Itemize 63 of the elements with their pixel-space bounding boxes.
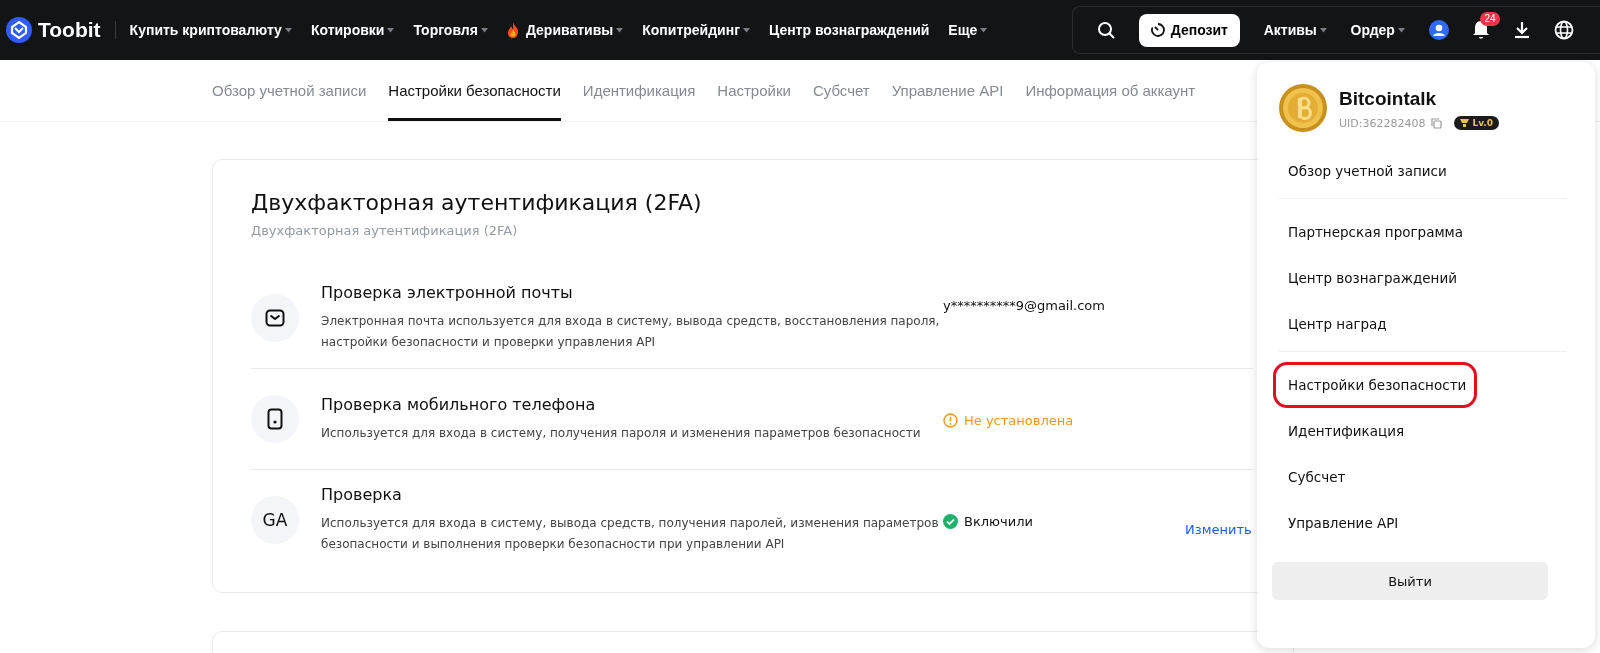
caret-icon xyxy=(743,27,750,33)
menu-item[interactable]: Идентификация xyxy=(1273,408,1477,454)
clock-icon xyxy=(1150,23,1165,37)
method-description: Используется для входа в систему, получения пароля и изменения параметров безопасности xyxy=(321,424,922,442)
deposit-button[interactable]: Депозит xyxy=(1138,13,1240,47)
nav-link[interactable]: Копитрейдинг xyxy=(642,22,750,38)
globe-icon[interactable] xyxy=(1553,20,1574,40)
download-icon[interactable] xyxy=(1514,21,1531,39)
caret-icon xyxy=(980,27,988,33)
method-title: Проверка мобильного телефона xyxy=(321,394,597,414)
nav-link[interactable]: Деривативы xyxy=(506,22,624,38)
username: Bitcointalk xyxy=(1339,88,1438,110)
user-id: UID:362282408 xyxy=(1339,116,1426,130)
nav-link[interactable]: Центр вознаграждений xyxy=(769,22,930,38)
caret-icon xyxy=(284,27,292,33)
nav-link[interactable]: Купить криптовалюту xyxy=(129,22,292,38)
method-description: Используется для входа в систему, вывода средств, получения паролей, изменения параметров безопасности и выполнения проверки безопасности при управлении API xyxy=(321,515,940,553)
menu-item[interactable]: Настройки безопасности xyxy=(1273,362,1477,408)
status-text: Не установлена xyxy=(964,413,1074,428)
menu-item[interactable]: Субсчет xyxy=(1273,454,1477,500)
caret-icon xyxy=(1397,27,1405,33)
tab[interactable]: Настройки безопасности xyxy=(388,60,561,121)
menu-item[interactable]: Партнерская программа xyxy=(1273,209,1477,255)
nav-link[interactable]: Активы xyxy=(1263,22,1327,38)
caret-icon xyxy=(616,27,624,33)
search-icon[interactable] xyxy=(1097,21,1115,39)
check-icon xyxy=(943,514,958,529)
logout-button[interactable]: Выйти xyxy=(1272,562,1548,600)
nav-link[interactable]: Котировки xyxy=(310,22,395,38)
tab[interactable]: Обзор учетной записи xyxy=(212,60,367,121)
menu-item[interactable]: Центр наград xyxy=(1273,301,1477,347)
section-title: Двухфакторная аутентификация (2FA) xyxy=(251,190,703,215)
flame-icon xyxy=(506,22,519,38)
status-text: Включили xyxy=(964,514,1033,529)
caret-icon xyxy=(387,27,395,33)
menu-item[interactable]: Управление API xyxy=(1273,500,1477,546)
menu-item[interactable]: Обзор учетной записи xyxy=(1273,148,1477,194)
tab[interactable]: Настройки xyxy=(717,60,791,121)
method-description: Электронная почта используется для входа в систему, вывода средств, восстановления пароля, настройки безопасности и проверки управления API xyxy=(321,313,941,351)
menu-item[interactable]: Центр вознаграждений xyxy=(1273,255,1477,301)
tab[interactable]: Управление API xyxy=(891,60,1004,121)
caret-icon xyxy=(480,27,488,33)
nav-link[interactable]: Еще xyxy=(948,22,988,38)
phone-icon xyxy=(251,395,299,443)
caret-icon xyxy=(1319,27,1327,33)
envelope-icon xyxy=(251,294,299,342)
method-title: Проверка xyxy=(321,485,403,504)
notification-count: 24 xyxy=(1480,12,1500,26)
user-avatar-icon[interactable] xyxy=(1428,20,1449,40)
change-link[interactable]: Изменить xyxy=(1185,521,1252,537)
level-badge: Lv.0 xyxy=(1454,116,1500,130)
nav-link[interactable]: Ордер xyxy=(1350,22,1405,38)
email-value: y**********9@gmail.com xyxy=(943,298,1105,313)
coin-icon xyxy=(1279,84,1327,132)
nav-link[interactable]: Торговля xyxy=(413,22,488,38)
logo-icon[interactable] xyxy=(6,17,32,43)
tab[interactable]: Субсчет xyxy=(812,60,870,121)
method-title: Проверка электронной почты xyxy=(321,283,574,302)
authenticator-icon: GA xyxy=(251,496,299,544)
brand-name[interactable]: Toobit xyxy=(38,18,101,42)
section-subtitle: Двухфакторная аутентификация (2FA) xyxy=(251,223,519,238)
warning-icon xyxy=(943,413,958,428)
tab[interactable]: Информация об аккаунт xyxy=(1025,60,1196,121)
